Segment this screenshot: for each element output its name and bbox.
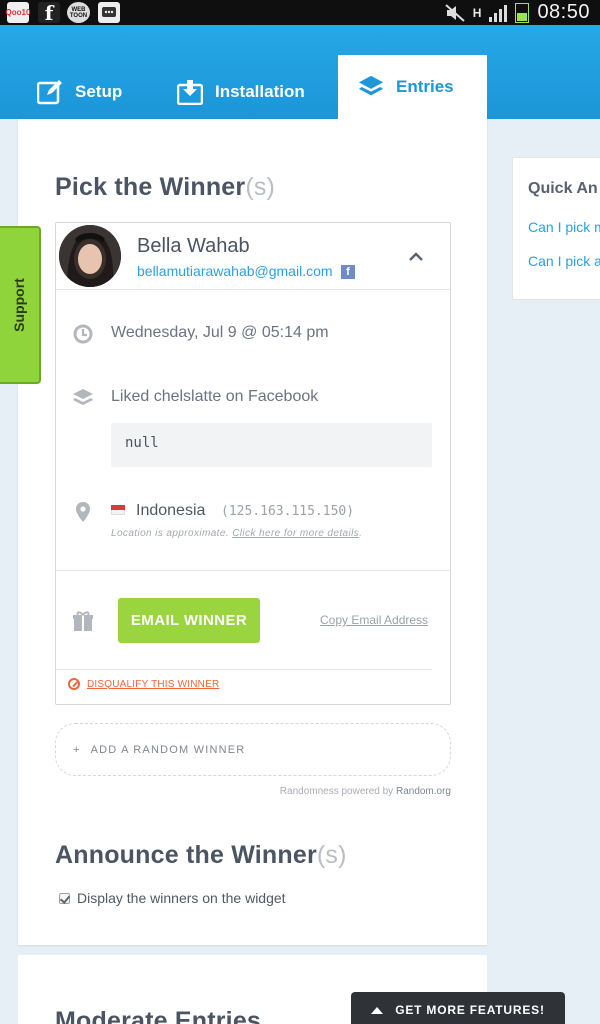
winner-name: Bella Wahab — [137, 235, 250, 257]
location-note: Location is approximate. Click here for … — [111, 528, 363, 539]
header-bar: Setup Installation Entries — [0, 25, 600, 119]
tab-setup-label: Setup — [75, 81, 123, 101]
bbm-app-icon — [98, 2, 120, 23]
webtoon-app-icon: WEB TOON — [67, 2, 90, 23]
quick-answers-title: Quick An — [528, 180, 598, 197]
winner-header[interactable]: Bella Wahab bellamutiarawahab@gmail.com … — [56, 223, 450, 290]
disqualify-link[interactable]: DISQUALIFY THIS WINNER — [68, 678, 219, 690]
powered-by: Randomness powered by Random.org — [279, 786, 451, 797]
winner-email[interactable]: bellamutiarawahab@gmail.com — [137, 263, 333, 279]
clock-icon — [73, 324, 93, 344]
signal-icon — [489, 4, 508, 22]
display-winners-option[interactable]: Display the winners on the widget — [59, 890, 286, 906]
facebook-icon: f — [341, 265, 355, 279]
moderate-entries-heading: Moderate Entries — [55, 1007, 262, 1024]
get-more-features-button[interactable]: GET MORE FEATURES! — [351, 992, 565, 1024]
clock: 08:50 — [537, 1, 590, 23]
layers-icon — [73, 389, 93, 405]
quick-answer-link[interactable]: Can I pick m — [528, 219, 600, 235]
tab-installation-label: Installation — [215, 81, 305, 101]
random-org-link[interactable]: Random.org — [396, 786, 451, 797]
ban-icon — [68, 678, 80, 690]
mute-icon — [445, 3, 465, 22]
main-card: Pick the Winner(s) Bella Wahab bellamuti… — [18, 119, 487, 945]
location-pin-icon — [76, 502, 90, 522]
support-tab[interactable]: Support — [0, 226, 41, 384]
qoo10-app-icon: Qoo10 — [6, 2, 30, 23]
layers-icon — [358, 74, 384, 100]
tab-entries[interactable]: Entries — [338, 55, 487, 119]
plus-icon: + — [73, 743, 81, 756]
email-winner-button[interactable]: EMAIL WINNER — [118, 598, 260, 643]
download-icon — [177, 79, 203, 105]
tab-setup[interactable]: Setup — [37, 64, 122, 119]
quick-answers-panel: Quick An Can I pick m Can I pick a — [512, 157, 600, 300]
winner-card: Bella Wahab bellamutiarawahab@gmail.com … — [55, 222, 451, 705]
pick-winner-heading: Pick the Winner(s) — [55, 173, 276, 201]
location-details-link[interactable]: Click here for more details — [232, 528, 359, 539]
tab-entries-label: Entries — [396, 77, 454, 96]
status-bar: Qoo10 f WEB TOON H 08:50 — [0, 0, 600, 25]
entry-date: Wednesday, Jul 9 @ 05:14 pm — [111, 324, 329, 341]
edit-icon — [37, 79, 63, 105]
chevron-up-icon[interactable] — [406, 247, 426, 267]
tab-installation[interactable]: Installation — [177, 64, 305, 119]
gift-icon — [73, 611, 93, 631]
country: Indonesia — [136, 502, 206, 519]
caret-up-icon — [371, 1006, 384, 1014]
battery-icon — [515, 2, 530, 23]
facebook-app-icon: f — [38, 1, 60, 25]
divider — [56, 669, 432, 670]
avatar — [59, 225, 121, 287]
divider — [56, 570, 450, 571]
quick-answer-link[interactable]: Can I pick a — [528, 253, 600, 269]
indonesia-flag-icon — [111, 505, 125, 515]
entry-action: Liked chelslatte on Facebook — [111, 388, 319, 405]
action-value: null — [111, 423, 432, 467]
add-random-winner-button[interactable]: + ADD A RANDOM WINNER — [55, 723, 451, 776]
network-type: H — [472, 5, 482, 20]
copy-email-link[interactable]: Copy Email Address — [320, 613, 428, 627]
display-winners-checkbox[interactable] — [59, 892, 70, 904]
ip-address: (125.163.115.150) — [221, 504, 355, 519]
announce-winner-heading: Announce the Winner(s) — [55, 841, 347, 869]
